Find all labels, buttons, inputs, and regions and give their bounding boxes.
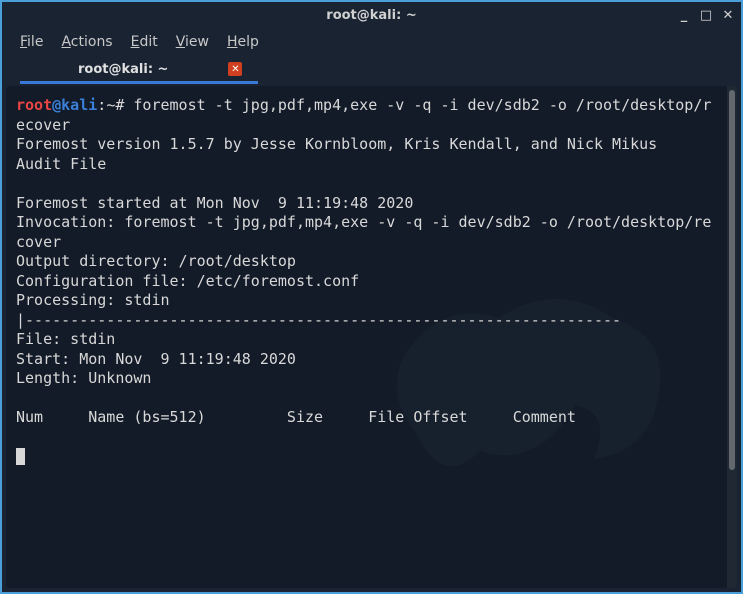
output-separator: |---------------------------------------… [16,311,621,329]
output-audit: Audit File [16,155,106,173]
menubar: File Actions Edit View Help [2,28,741,56]
output-start: Start: Mon Nov 9 11:19:48 2020 [16,350,296,368]
cursor-block [16,448,25,465]
window-title: root@kali: ~ [326,8,416,23]
output-version: Foremost version 1.5.7 by Jesse Kornbloo… [16,135,657,153]
output-invocation: Invocation: foremost -t jpg,pdf,mp4,exe … [16,213,711,251]
prompt-path: ~ [106,96,115,114]
prompt-host: kali [61,96,97,114]
maximize-button[interactable]: □ [699,8,713,22]
menu-file[interactable]: File [20,34,43,50]
menu-actions[interactable]: Actions [61,34,112,50]
output-header: Num Name (bs=512) Size File Offset Comme… [16,408,576,426]
tab-label: root@kali: ~ [78,62,168,77]
prompt-sep: : [97,96,106,114]
tab-underline [20,81,258,84]
tab-active[interactable]: root@kali: ~ ✕ [78,62,242,77]
output-outputdir: Output directory: /root/desktop [16,252,296,270]
menu-edit[interactable]: Edit [131,34,158,50]
tab-close-icon[interactable]: ✕ [228,62,242,76]
output-started: Foremost started at Mon Nov 9 11:19:48 2… [16,194,413,212]
tabbar: root@kali: ~ ✕ [2,56,741,82]
menu-view[interactable]: View [176,34,209,50]
terminal-window: root@kali: ~ _ □ ✕ File Actions Edit Vie… [0,0,743,594]
output-config: Configuration file: /etc/foremost.conf [16,272,359,290]
minimize-button[interactable]: _ [677,8,691,22]
scrollbar-thumb[interactable] [729,90,735,470]
titlebar[interactable]: root@kali: ~ _ □ ✕ [2,2,741,28]
close-button[interactable]: ✕ [721,8,735,22]
scrollbar[interactable] [727,86,737,588]
output-file: File: stdin [16,330,115,348]
terminal-output[interactable]: root@kali:~# foremost -t jpg,pdf,mp4,exe… [6,86,727,588]
output-length: Length: Unknown [16,369,151,387]
terminal-area: root@kali:~# foremost -t jpg,pdf,mp4,exe… [6,86,737,588]
titlebar-controls: _ □ ✕ [677,8,735,22]
prompt-user: root [16,96,52,114]
prompt-at: @ [52,96,61,114]
output-processing: Processing: stdin [16,291,170,309]
menu-help[interactable]: Help [227,34,259,50]
